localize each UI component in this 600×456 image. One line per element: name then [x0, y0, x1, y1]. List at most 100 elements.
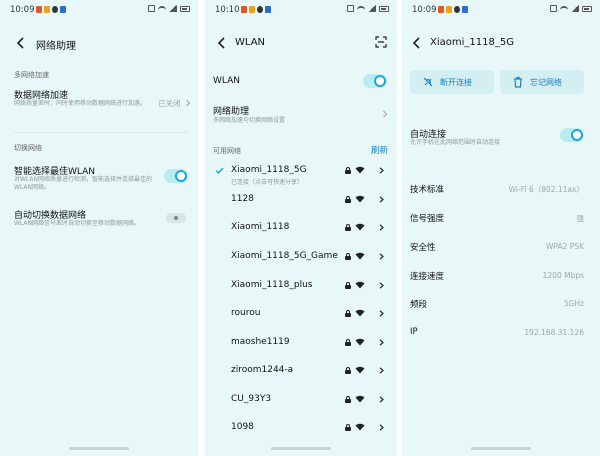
- info-value: Wi-Fi 6（802.11ax）: [508, 185, 584, 194]
- signal-icon: [169, 5, 177, 12]
- info-key: 技术标准: [410, 185, 445, 195]
- network-assistant-description: 多网络加速与切换网络设置: [213, 117, 286, 124]
- chevron-right-icon[interactable]: [378, 224, 385, 231]
- home-indicator: [471, 447, 531, 450]
- app-notification-icon: [60, 6, 66, 13]
- network-row[interactable]: Xiaomi_1118_plus: [205, 273, 397, 301]
- app-notification-icon: [454, 6, 460, 13]
- lock-icon: [345, 367, 351, 374]
- disconnect-icon: [423, 77, 433, 87]
- network-assistant-screen: 10:09 网络助理 多网络加速 数据网络加速 网络质量差时，同时使用移动数据网…: [0, 0, 198, 456]
- network-row[interactable]: 1098: [205, 415, 397, 443]
- notification-icons: [438, 6, 468, 13]
- data-accel-description: 网络质量差时，同时使用移动数据网络进行加速。: [14, 100, 147, 107]
- chevron-right-icon[interactable]: [378, 167, 385, 174]
- home-indicator: [271, 447, 331, 450]
- network-assistant-title: 网络助理: [213, 107, 250, 117]
- battery-icon: [180, 5, 190, 12]
- page-header: Xiaomi_1118_5G: [402, 30, 600, 58]
- info-value: 192.168.31.126: [524, 328, 584, 337]
- wifi-signal-icon: [355, 223, 365, 231]
- network-row[interactable]: Xiaomi_1118: [205, 215, 397, 243]
- wifi-signal-icon: [355, 423, 365, 431]
- chevron-right-icon[interactable]: [378, 339, 385, 346]
- app-notification-icon: [52, 6, 58, 13]
- vibrate-icon: [148, 5, 155, 12]
- smart-wlan-description: 对WLAN网络质量进行检测，智能选择并连接最佳的WLAN网络。: [14, 176, 153, 191]
- network-name: Xiaomi_1118_plus: [231, 280, 313, 290]
- wlan-label: WLAN: [213, 76, 241, 86]
- network-name: Xiaomi_1118_5G_Game: [231, 251, 338, 261]
- chevron-right-icon: [186, 99, 191, 107]
- network-row[interactable]: CU_93Y3: [205, 387, 397, 415]
- chevron-right-icon[interactable]: [378, 310, 385, 317]
- network-name: CU_93Y3: [231, 394, 272, 404]
- wifi-signal-icon: [355, 366, 365, 374]
- wlan-toggle[interactable]: [363, 74, 387, 88]
- back-arrow-icon[interactable]: [215, 36, 229, 50]
- network-name: rourou: [231, 308, 261, 318]
- wlan-screen: 10:10 WLAN WLAN 网络助理 多网络加速与切换网络设置 可用网络 刷…: [205, 0, 397, 456]
- lock-icon: [345, 253, 351, 260]
- auto-switch-toggle[interactable]: [166, 213, 186, 223]
- info-value: WPA2 PSK: [546, 242, 584, 251]
- chevron-right-icon[interactable]: [378, 253, 385, 260]
- network-row[interactable]: Xiaomi_1118_5G 已连接（点击可快速分享）: [205, 158, 397, 186]
- page-title: Xiaomi_1118_5G: [430, 37, 514, 48]
- lock-icon: [345, 424, 351, 431]
- divider: [14, 132, 188, 133]
- app-notification-icon: [44, 6, 50, 13]
- vibrate-icon: [347, 5, 354, 12]
- app-notification-icon: [446, 6, 452, 13]
- chevron-right-icon[interactable]: [378, 396, 385, 403]
- smart-wlan-toggle[interactable]: [164, 169, 188, 183]
- lock-icon: [345, 224, 351, 231]
- network-name: 1128: [231, 194, 254, 204]
- network-name: 1098: [231, 422, 254, 432]
- status-time: 10:10: [215, 5, 240, 15]
- status-time: 10:09: [10, 5, 35, 15]
- section-label-multi-network: 多网络加速: [14, 71, 49, 79]
- wifi-signal-icon: [355, 281, 365, 289]
- refresh-link[interactable]: 刷新: [371, 144, 388, 156]
- status-bar: 10:09: [402, 0, 600, 22]
- lock-icon: [345, 282, 351, 289]
- chevron-right-icon[interactable]: [378, 282, 385, 289]
- signal-icon: [368, 5, 376, 12]
- info-key: 信号强度: [410, 214, 445, 224]
- back-arrow-icon[interactable]: [14, 36, 28, 50]
- home-indicator: [69, 447, 129, 450]
- network-row[interactable]: Xiaomi_1118_5G_Game: [205, 244, 397, 272]
- scan-qr-icon[interactable]: [375, 36, 387, 48]
- wifi-signal-icon: [355, 252, 365, 260]
- notification-icons: [36, 6, 66, 13]
- lock-icon: [345, 196, 351, 203]
- system-icons: [550, 5, 592, 12]
- forget-network-button[interactable]: 忘记网络: [500, 70, 584, 94]
- page-header: WLAN: [205, 30, 397, 58]
- network-name: Xiaomi_1118_5G: [231, 165, 307, 175]
- wifi-status-icon: [560, 5, 568, 12]
- chevron-right-icon[interactable]: [378, 367, 385, 374]
- app-notification-icon: [265, 6, 271, 13]
- network-row[interactable]: maoshe1119: [205, 330, 397, 358]
- lock-icon: [345, 167, 351, 174]
- chevron-right-icon[interactable]: [378, 424, 385, 431]
- network-row[interactable]: 1128: [205, 187, 397, 215]
- status-bar: 10:10: [205, 0, 397, 22]
- network-row[interactable]: rourou: [205, 301, 397, 329]
- notification-icons: [241, 6, 271, 13]
- data-accel-value: 已关闭: [158, 99, 181, 108]
- disconnect-button[interactable]: 断开连接: [410, 70, 494, 94]
- network-row[interactable]: ziroom1244-a: [205, 358, 397, 386]
- lock-icon: [345, 310, 351, 317]
- page-title: 网络助理: [36, 41, 76, 52]
- forget-network-label: 忘记网络: [530, 78, 562, 87]
- app-notification-icon: [257, 6, 263, 13]
- battery-icon: [379, 5, 389, 12]
- auto-connect-toggle[interactable]: [560, 128, 584, 142]
- back-arrow-icon[interactable]: [410, 36, 424, 50]
- info-value: 强: [576, 214, 585, 223]
- page-header: 网络助理: [0, 30, 198, 58]
- chevron-right-icon[interactable]: [378, 196, 385, 203]
